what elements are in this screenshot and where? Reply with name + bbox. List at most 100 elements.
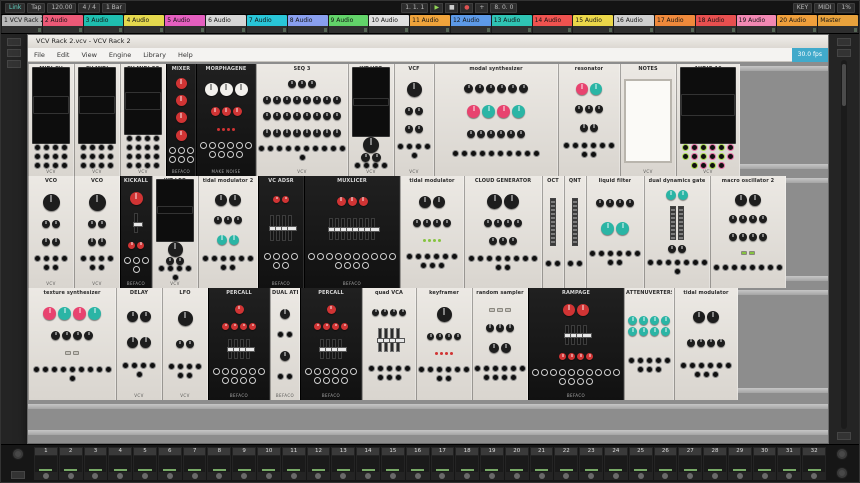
channel-pan-knob[interactable] — [92, 473, 98, 479]
slider[interactable] — [341, 218, 345, 240]
module-percall[interactable]: PERCALLBEFACO — [300, 288, 362, 400]
port[interactable] — [202, 255, 209, 262]
port[interactable] — [554, 260, 561, 267]
knob[interactable] — [298, 80, 306, 88]
port[interactable] — [267, 145, 274, 152]
knob[interactable] — [214, 216, 222, 224]
knob[interactable] — [283, 112, 291, 120]
knob[interactable] — [229, 194, 241, 206]
port[interactable] — [590, 142, 597, 149]
port[interactable] — [725, 362, 732, 369]
knob[interactable] — [52, 220, 60, 228]
port[interactable] — [381, 162, 388, 169]
port[interactable] — [420, 262, 427, 269]
menu-view[interactable]: View — [75, 48, 102, 62]
port[interactable] — [470, 150, 477, 157]
knob[interactable] — [313, 129, 321, 137]
port[interactable] — [368, 365, 375, 372]
port[interactable] — [131, 362, 138, 369]
track-tab[interactable]: 11 Audio — [410, 15, 450, 26]
knob[interactable] — [333, 129, 341, 137]
knob[interactable] — [62, 331, 71, 340]
port[interactable] — [522, 255, 529, 262]
port[interactable] — [380, 253, 387, 260]
port[interactable] — [689, 362, 696, 369]
vertical-scrollbar[interactable] — [841, 60, 847, 429]
knob[interactable] — [487, 194, 502, 209]
mixer-strip[interactable]: 7 — [183, 447, 207, 480]
port[interactable] — [43, 144, 50, 151]
port[interactable] — [176, 265, 183, 272]
port[interactable] — [158, 265, 165, 272]
knob[interactable] — [519, 84, 528, 93]
port[interactable] — [429, 262, 436, 269]
knob[interactable] — [580, 124, 588, 132]
knob[interactable] — [499, 237, 507, 245]
menu-help[interactable]: Help — [172, 48, 199, 62]
channel-pan-knob[interactable] — [43, 473, 49, 479]
port[interactable] — [607, 250, 614, 257]
channel-pan-knob[interactable] — [662, 473, 668, 479]
port[interactable] — [303, 145, 310, 152]
mixer-strip[interactable]: 18 — [455, 447, 479, 480]
port[interactable] — [628, 357, 635, 364]
track-tab[interactable]: 14 Audio — [533, 15, 573, 26]
knob[interactable] — [577, 353, 584, 360]
mixer-strip[interactable]: 6 — [158, 447, 182, 480]
port[interactable] — [229, 264, 236, 271]
knob[interactable] — [423, 219, 431, 227]
port[interactable] — [258, 145, 265, 152]
port[interactable] — [709, 162, 716, 169]
overdub-button[interactable]: + — [475, 3, 488, 13]
port[interactable] — [52, 153, 59, 160]
port[interactable] — [397, 143, 404, 150]
port[interactable] — [488, 150, 495, 157]
slider[interactable] — [320, 339, 324, 359]
module-liquid-filter[interactable]: liquid filter — [586, 176, 644, 288]
slider[interactable] — [390, 328, 394, 352]
port[interactable] — [497, 150, 504, 157]
port[interactable] — [305, 368, 312, 375]
port[interactable] — [135, 135, 142, 142]
knob[interactable] — [249, 323, 256, 330]
module-morphagene[interactable]: MORPHAGENEMAKE NOISE — [196, 64, 256, 176]
channel-pan-knob[interactable] — [340, 473, 346, 479]
scrollbar-thumb[interactable] — [842, 64, 846, 106]
knob[interactable] — [293, 112, 301, 120]
knob[interactable] — [233, 107, 242, 116]
channel-pan-knob[interactable] — [216, 473, 222, 479]
port[interactable] — [590, 151, 597, 158]
mixer-strip[interactable]: 29 — [728, 447, 752, 480]
knob[interactable] — [467, 130, 475, 138]
port[interactable] — [495, 255, 502, 262]
port[interactable] — [599, 142, 606, 149]
slider[interactable] — [270, 215, 274, 241]
knob[interactable] — [484, 219, 492, 227]
port[interactable] — [727, 144, 734, 151]
port[interactable] — [616, 259, 623, 266]
mixer-strip[interactable]: 9 — [232, 447, 256, 480]
port[interactable] — [286, 331, 293, 338]
port[interactable] — [126, 162, 133, 169]
knob[interactable] — [323, 96, 331, 104]
port[interactable] — [445, 366, 452, 373]
port[interactable] — [222, 377, 229, 384]
knob[interactable] — [314, 323, 321, 330]
knob[interactable] — [231, 323, 238, 330]
track-tab[interactable]: 20 Audio — [777, 15, 817, 26]
track-tab[interactable]: 10 Audio — [369, 15, 409, 26]
module-resonator[interactable]: resonator — [558, 64, 620, 176]
knob[interactable] — [601, 222, 614, 235]
knob[interactable] — [341, 323, 348, 330]
port[interactable] — [718, 153, 725, 160]
port[interactable] — [438, 262, 445, 269]
port[interactable] — [89, 255, 96, 262]
port[interactable] — [195, 363, 202, 370]
channel-pan-knob[interactable] — [291, 473, 297, 479]
module-rampage[interactable]: RAMPAGEBEFACO — [528, 288, 624, 400]
port[interactable] — [713, 264, 720, 271]
slider[interactable] — [288, 215, 292, 241]
port[interactable] — [433, 253, 440, 260]
track-tab[interactable]: 2 Audio — [43, 15, 83, 26]
slider[interactable] — [365, 218, 369, 240]
